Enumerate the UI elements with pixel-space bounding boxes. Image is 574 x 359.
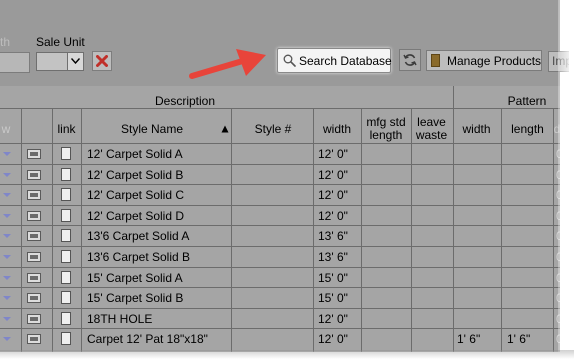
row-dropdown-icon[interactable] [3, 172, 11, 177]
width-cell[interactable]: 13' 6" [318, 250, 348, 264]
style-name-cell[interactable]: Carpet 12' Pat 18"x18" [87, 332, 208, 346]
red-x-icon [96, 55, 108, 67]
table-row[interactable]: 12' Carpet Solid B12' 0"0 [0, 165, 560, 186]
row-dropdown-icon[interactable] [3, 152, 11, 156]
style-name-cell[interactable]: 15' Carpet Solid A [87, 271, 183, 285]
image-icon[interactable] [27, 293, 41, 304]
group-header-description: Description [154, 94, 216, 108]
callout-arrow-icon [189, 49, 266, 79]
sort-ascending-icon [221, 125, 229, 133]
magnifier-icon [283, 54, 296, 67]
style-name-cell[interactable]: 18TH HOLE [87, 312, 152, 326]
table-row[interactable]: 13'6 Carpet Solid B13' 6"0 [0, 247, 560, 268]
document-link-icon[interactable] [61, 291, 71, 305]
table-row[interactable]: 12' Carpet Solid D12' 0"0 [0, 206, 560, 227]
image-icon[interactable] [27, 210, 41, 221]
document-link-icon[interactable] [61, 147, 71, 160]
refresh-icon [403, 54, 417, 66]
width-cell[interactable]: 12' 0" [318, 209, 348, 223]
document-link-icon[interactable] [61, 208, 71, 222]
style-name-cell[interactable]: 12' Carpet Solid A [87, 147, 183, 161]
manage-products-label: Manage Products [447, 54, 542, 68]
table-row[interactable]: 15' Carpet Solid A15' 0"0 [0, 268, 560, 289]
refresh-button[interactable] [399, 49, 421, 71]
style-name-cell[interactable]: 12' Carpet Solid C [87, 188, 184, 202]
row-dropdown-icon[interactable] [3, 316, 11, 321]
document-link-icon[interactable] [61, 188, 71, 202]
width-cell[interactable]: 13' 6" [318, 229, 348, 243]
document-link-icon[interactable] [61, 311, 71, 325]
image-icon[interactable] [27, 272, 41, 283]
row-dropdown-icon[interactable] [3, 296, 11, 301]
style-name-cell[interactable]: 12' Carpet Solid D [87, 209, 184, 223]
length-input[interactable] [0, 52, 30, 73]
width-cell[interactable]: 12' 0" [318, 168, 348, 182]
row-dropdown-icon[interactable] [3, 337, 11, 342]
toolbar: th Sale Unit Search Database Manage Prod… [0, 0, 569, 86]
column-header-style-number[interactable]: Style # [240, 123, 306, 136]
bottom-shadow [0, 350, 574, 359]
row-dropdown-icon[interactable] [3, 255, 11, 259]
search-database-label: Search Database [299, 54, 392, 68]
width-cell[interactable]: 15' 0" [318, 291, 348, 305]
width-cell[interactable]: 12' 0" [318, 332, 348, 346]
table-row[interactable]: 13'6 Carpet Solid A13' 6"0 [0, 226, 560, 247]
image-icon[interactable] [27, 231, 41, 242]
style-name-cell[interactable]: 13'6 Carpet Solid B [87, 250, 190, 264]
style-name-cell[interactable]: 13'6 Carpet Solid A [87, 229, 189, 243]
pattern-length-cell[interactable]: 1' 6" [507, 332, 530, 346]
document-link-icon[interactable] [61, 229, 71, 243]
image-icon[interactable] [27, 252, 41, 262]
width-cell[interactable]: 15' 0" [318, 271, 348, 285]
chevron-down-icon[interactable] [67, 53, 83, 70]
group-header-pattern: Pattern [507, 94, 547, 108]
search-database-button[interactable]: Search Database [277, 48, 392, 73]
column-header-row-indicator: w [1, 122, 11, 136]
width-cell[interactable]: 12' 0" [318, 188, 348, 202]
table-row[interactable]: Carpet 12' Pat 18"x18"12' 0"1' 6"1' 6"0 [0, 329, 560, 350]
image-icon[interactable] [27, 313, 41, 324]
document-link-icon[interactable] [61, 250, 71, 263]
width-cell[interactable]: 12' 0" [318, 312, 348, 326]
image-icon[interactable] [27, 149, 41, 159]
sale-unit-label: Sale Unit [36, 35, 85, 49]
style-name-cell[interactable]: 12' Carpet Solid B [87, 168, 183, 182]
document-link-icon[interactable] [61, 270, 71, 284]
image-icon[interactable] [27, 169, 41, 180]
book-icon [431, 54, 440, 67]
table-row[interactable]: 12' Carpet Solid A12' 0"0 [0, 144, 560, 165]
column-header-style-name[interactable]: Style Name [100, 123, 204, 136]
document-link-icon[interactable] [61, 167, 71, 181]
column-header-width[interactable]: width [314, 123, 360, 136]
table-row[interactable]: 15' Carpet Solid B15' 0"0 [0, 288, 560, 309]
image-icon[interactable] [27, 190, 41, 201]
grid-header-divider [0, 108, 560, 109]
image-icon[interactable] [27, 334, 41, 345]
row-dropdown-icon[interactable] [3, 275, 11, 280]
width-cell[interactable]: 12' 0" [318, 147, 348, 161]
manage-products-button[interactable]: Manage Products [426, 50, 542, 71]
row-dropdown-icon[interactable] [3, 193, 11, 198]
column-header-pattern-width[interactable]: width [453, 123, 500, 136]
document-link-icon[interactable] [61, 332, 71, 346]
delete-button[interactable] [92, 51, 112, 71]
column-header-mfg-std-length[interactable]: mfg std length [361, 116, 411, 142]
table-row[interactable]: 18TH HOLE12' 0"0 [0, 309, 560, 330]
column-header-link[interactable]: link [53, 123, 80, 136]
edge-fade [558, 0, 574, 359]
column-header-leave-waste[interactable]: leave waste [411, 116, 452, 142]
faded-column-label: th [0, 35, 11, 49]
products-grid: Description Pattern w link Style Name St… [0, 86, 560, 352]
row-dropdown-icon[interactable] [3, 213, 11, 218]
table-row[interactable]: 12' Carpet Solid C12' 0"0 [0, 185, 560, 206]
pattern-width-cell[interactable]: 1' 6" [457, 332, 480, 346]
sale-unit-select[interactable] [36, 52, 84, 71]
column-header-pattern-length[interactable]: length [501, 123, 554, 136]
style-name-cell[interactable]: 15' Carpet Solid B [87, 291, 183, 305]
row-dropdown-icon[interactable] [3, 234, 11, 239]
